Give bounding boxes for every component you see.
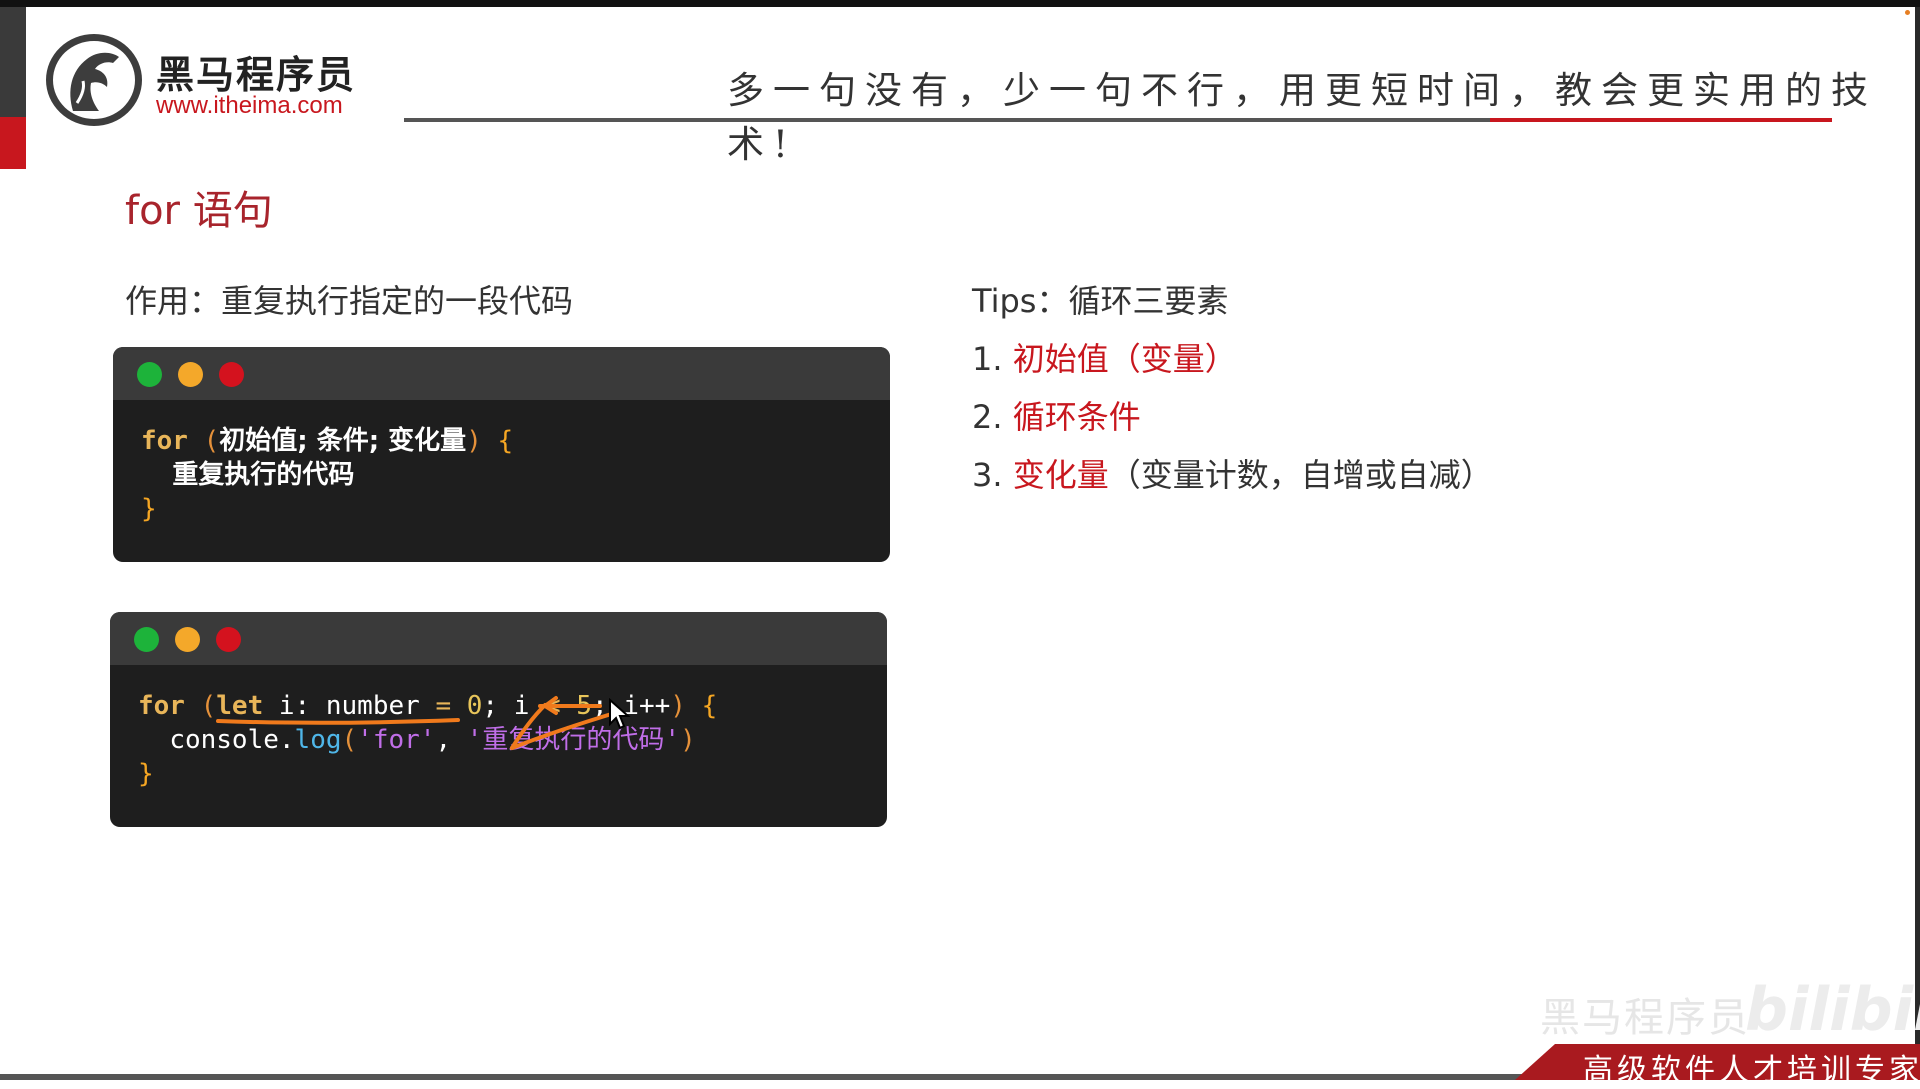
bilibili-watermark: bilibili xyxy=(1745,975,1920,1045)
tip-highlight: 初始值（变量） xyxy=(1012,340,1237,378)
operator-assign: = xyxy=(435,691,452,721)
code-window-syntax: for (初始值; 条件; 变化量) { 重复执行的代码 } xyxy=(113,347,890,562)
brace-close: } xyxy=(138,759,154,789)
top-border xyxy=(0,0,1920,7)
purpose-text: 作用：重复执行指定的一段代码 xyxy=(125,282,574,320)
var-declaration: i: number xyxy=(263,691,436,721)
init-number: 0 xyxy=(466,691,483,721)
header-divider-accent xyxy=(1490,118,1832,122)
limit-number: 5 xyxy=(576,691,592,721)
syntax-params: 初始值; 条件; 变化量 xyxy=(219,426,467,456)
string-body: '重复执行的代码' xyxy=(466,725,681,755)
condition-var: ; i xyxy=(482,691,546,721)
footer-badge-text: 高级软件人才培训专家 xyxy=(1583,1053,1920,1088)
brand-name: 黑马程序员 xyxy=(156,53,357,97)
slide-title: for 语句 xyxy=(125,188,273,234)
console-object: console xyxy=(169,725,279,755)
tip-highlight: 变化量 xyxy=(1012,456,1109,494)
header-divider xyxy=(404,118,1490,122)
code-window-example: for (let i: number = 0; i < 5; i++) { co… xyxy=(110,612,887,827)
slogan: 多一句没有，少一句不行，用更短时间，教会更实用的技术! xyxy=(727,69,1877,166)
tip-item-2: 2. 循环条件 xyxy=(972,398,1141,436)
brace-close: } xyxy=(141,494,157,524)
tip-highlight: 循环条件 xyxy=(1012,398,1141,436)
paren-close: ) xyxy=(670,691,686,721)
tip-item-1: 1. 初始值（变量） xyxy=(972,340,1237,378)
horse-head-logo-icon xyxy=(46,34,142,126)
operator-lt: < xyxy=(545,691,561,721)
yellow-dot-icon xyxy=(175,627,200,652)
brace-open: { xyxy=(701,691,718,721)
red-dot-icon xyxy=(216,627,241,652)
window-titlebar xyxy=(110,612,887,665)
tip-item-3: 3. 变化量（变量计数，自增或自减） xyxy=(972,456,1493,494)
red-dot-icon xyxy=(219,362,244,387)
left-accent-red xyxy=(0,117,26,169)
code-block: for (初始值; 条件; 变化量) { 重复执行的代码 } xyxy=(113,400,890,548)
brace-open: { xyxy=(497,426,514,456)
keyword-let: let xyxy=(216,691,264,721)
window-titlebar xyxy=(113,347,890,400)
footer-badge: 高级软件人才培训专家 xyxy=(1515,1044,1920,1080)
log-method: log xyxy=(294,725,342,755)
keyword-for: for xyxy=(138,691,185,721)
paren-open: ( xyxy=(200,691,217,721)
mouse-pointer-icon xyxy=(609,698,631,730)
watermark-text: 黑马程序员 xyxy=(1540,995,1750,1041)
left-accent-gray xyxy=(0,7,26,117)
paren-close: ) xyxy=(466,426,482,456)
green-dot-icon xyxy=(134,627,159,652)
brand-logo: 黑马程序员 www.itheima.com xyxy=(46,34,376,126)
string-for: 'for' xyxy=(357,725,436,755)
brand-url: www.itheima.com xyxy=(156,92,343,119)
syntax-body: 重复执行的代码 xyxy=(172,460,355,490)
keyword-for: for xyxy=(141,426,188,456)
green-dot-icon xyxy=(137,362,162,387)
tips-heading: Tips：循环三要素 xyxy=(972,282,1229,320)
yellow-dot-icon xyxy=(178,362,203,387)
paren-open: ( xyxy=(203,426,220,456)
status-dot xyxy=(1905,10,1910,15)
code-block: for (let i: number = 0; i < 5; i++) { co… xyxy=(138,691,718,789)
